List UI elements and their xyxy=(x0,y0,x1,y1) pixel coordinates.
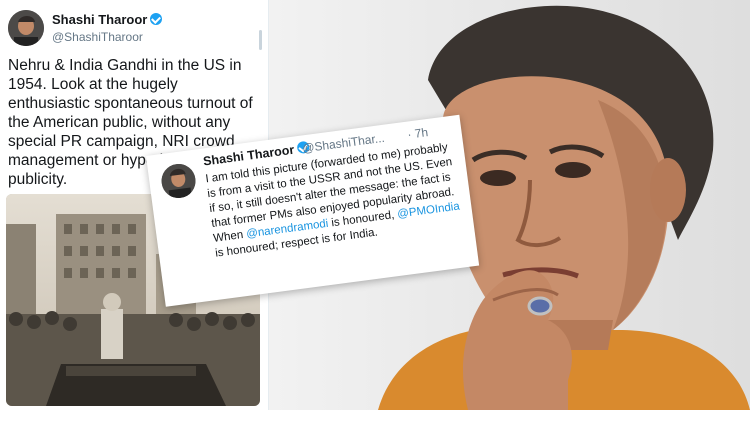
author-handle[interactable]: @ShashiTharoor xyxy=(52,30,143,44)
tweet-header: Shashi Tharoor @ShashiTharoor xyxy=(8,8,258,48)
verified-badge-icon xyxy=(150,13,163,25)
news-image: Shashi Tharoor @ShashiTharoor Nehru & In… xyxy=(0,0,750,422)
tweet-timestamp[interactable]: · 7h xyxy=(407,125,429,142)
scrollbar[interactable] xyxy=(259,30,262,50)
avatar[interactable] xyxy=(8,10,44,46)
avatar[interactable] xyxy=(159,161,198,201)
author-name[interactable]: Shashi Tharoor xyxy=(52,12,163,27)
avatar-image xyxy=(8,10,44,46)
avatar-image xyxy=(159,161,198,201)
author-name-text: Shashi Tharoor xyxy=(52,12,148,27)
